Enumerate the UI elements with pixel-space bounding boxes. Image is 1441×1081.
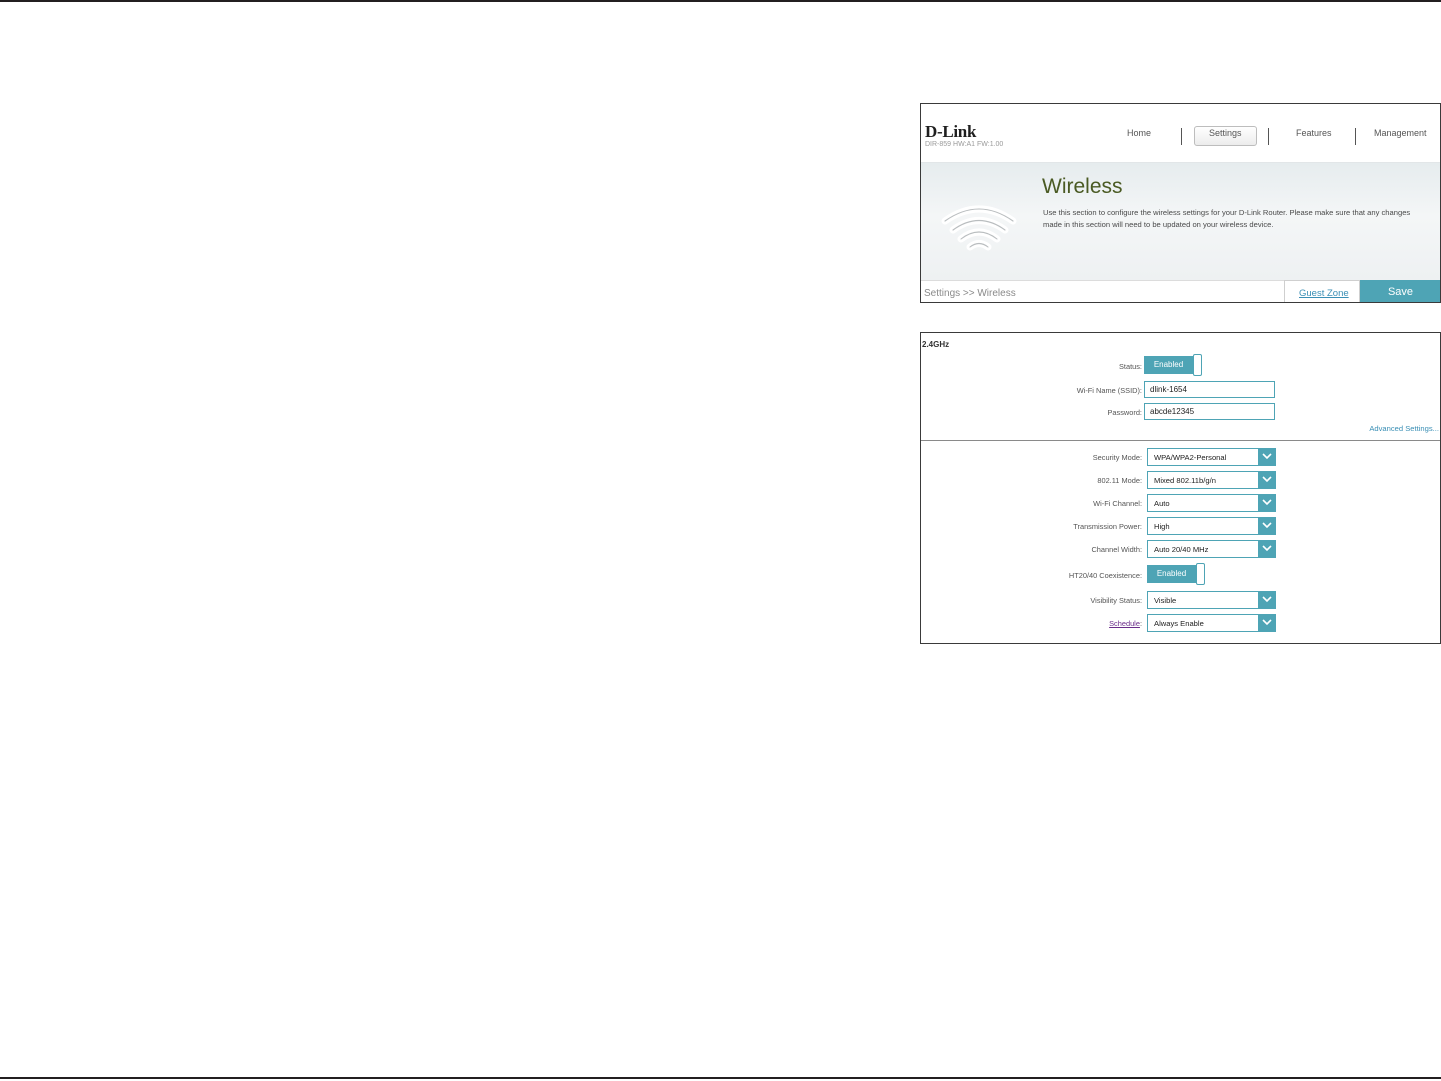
schedule-link[interactable]: Schedule [1109,619,1140,628]
status-toggle-value: Enabled [1144,356,1193,374]
mode-80211-select[interactable]: Mixed 802.11b/g/n [1147,471,1276,489]
password-input[interactable]: abcde12345 [1144,403,1275,420]
router-header-screenshot: D-Link DIR-859 HW:A1 FW:1.00 Home Settin… [920,103,1441,303]
coexistence-label: HT20/40 Coexistence: [1068,571,1142,580]
tx-power-value: High [1154,522,1170,531]
security-mode-value: WPA/WPA2-Personal [1154,453,1227,462]
page-bottom-rule [0,1077,1441,1079]
nav-features[interactable]: Features [1296,128,1332,138]
wifi-channel-select[interactable]: Auto [1147,494,1276,512]
chevron-down-icon[interactable] [1258,591,1276,609]
ssid-label: Wi-Fi Name (SSID): [1076,386,1142,395]
hero-banner: Wireless Use this section to configure t… [921,162,1440,280]
mode-80211-label: 802.11 Mode: [1097,476,1142,485]
schedule-select[interactable]: Always Enable [1147,614,1276,632]
breadcrumb: Settings >> Wireless [924,288,1016,299]
toggle-knob[interactable] [1193,354,1202,376]
chevron-down-icon[interactable] [1258,471,1276,489]
chevron-down-icon[interactable] [1258,540,1276,558]
visibility-label: Visibility Status: [1090,596,1142,605]
mode-80211-value: Mixed 802.11b/g/n [1154,476,1216,485]
coexistence-toggle-value: Enabled [1147,565,1196,583]
tx-power-label: Transmission Power: [1073,522,1142,531]
wifi-icon [939,203,1019,258]
schedule-label: Schedule: [1109,619,1142,628]
wireless-settings-screenshot: 2.4GHz Status: Enabled Wi-Fi Name (SSID)… [920,332,1441,644]
channel-width-label: Channel Width: [1091,545,1142,554]
password-label: Password: [1107,408,1142,417]
nav-separator [1355,128,1356,145]
ssid-input[interactable]: dlink-1654 [1144,381,1275,398]
wifi-channel-value: Auto [1154,499,1170,508]
chevron-down-icon[interactable] [1258,517,1276,535]
section-divider [921,440,1440,441]
status-label: Status: [1118,362,1142,371]
nav-separator [1181,128,1182,145]
nav-settings[interactable]: Settings [1209,128,1242,138]
chevron-down-icon[interactable] [1258,614,1276,632]
guest-zone-link[interactable]: Guest Zone [1299,288,1349,299]
nav-separator [1268,128,1269,145]
wifi-channel-label: Wi-Fi Channel: [1093,499,1142,508]
chevron-down-icon[interactable] [1258,448,1276,466]
model-firmware-text: DIR-859 HW:A1 FW:1.00 [925,141,1004,148]
visibility-select[interactable]: Visible [1147,591,1276,609]
nav-management[interactable]: Management [1374,128,1427,138]
save-button[interactable]: Save [1360,280,1440,302]
schedule-value: Always Enable [1154,619,1204,628]
schedule-label-colon: : [1139,619,1142,628]
advanced-settings-link[interactable]: Advanced Settings... [1369,424,1439,433]
security-mode-select[interactable]: WPA/WPA2-Personal [1147,448,1276,466]
channel-width-select[interactable]: Auto 20/40 MHz [1147,540,1276,558]
page-top-rule [0,0,1441,2]
channel-width-value: Auto 20/40 MHz [1154,545,1209,554]
nav-home[interactable]: Home [1127,128,1151,138]
breadcrumb-bar: Settings >> Wireless Guest Zone Save [921,280,1440,302]
page-title: Wireless [1042,175,1123,198]
tx-power-select[interactable]: High [1147,517,1276,535]
guest-zone-tab[interactable]: Guest Zone [1284,280,1360,302]
security-mode-label: Security Mode: [1092,453,1142,462]
toggle-knob[interactable] [1196,563,1205,585]
band-title: 2.4GHz [922,340,950,349]
dlink-logo: D-Link [925,122,977,141]
page-description: Use this section to configure the wirele… [1043,208,1411,229]
chevron-down-icon[interactable] [1258,494,1276,512]
visibility-value: Visible [1154,596,1177,605]
